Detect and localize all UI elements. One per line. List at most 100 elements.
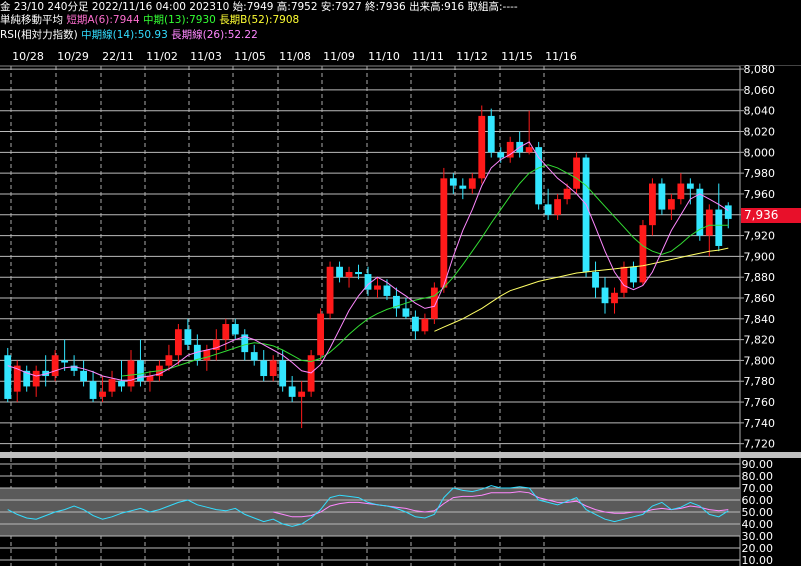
price-tick-label: 8,040 xyxy=(744,105,776,118)
price-tick-label: 7,740 xyxy=(744,417,776,430)
candle-body xyxy=(231,324,239,335)
rsi-tick-label: 10.00 xyxy=(742,554,774,566)
candle-body xyxy=(336,266,343,278)
candle-body xyxy=(573,157,580,189)
candle-body xyxy=(592,271,599,288)
price-tick-label: 7,780 xyxy=(744,375,776,388)
candle-body xyxy=(61,360,69,363)
price-tick-label: 7,820 xyxy=(744,334,776,347)
candle-body xyxy=(649,183,656,226)
price-chart[interactable]: 10/28 10/29 22/11 11/02 11/03 11/05 11/08 11/09… xyxy=(0,0,801,566)
candle-body xyxy=(146,376,154,382)
candlestick-series xyxy=(4,105,732,429)
ma-mid-line xyxy=(121,164,729,377)
candle-body xyxy=(667,199,675,210)
candle-body xyxy=(497,152,505,158)
candle-body xyxy=(478,115,486,179)
candle-body xyxy=(32,370,40,387)
candle-body xyxy=(686,183,694,189)
candle-body xyxy=(279,360,287,387)
date-tick-label: 11/11 xyxy=(412,50,444,63)
candle-body xyxy=(582,157,590,272)
candle-body xyxy=(620,266,628,293)
price-tick-label: 7,760 xyxy=(744,396,776,409)
date-tick-label: 11/05 xyxy=(234,50,266,63)
candle-body xyxy=(535,147,543,205)
candle-body xyxy=(51,355,59,377)
price-tick-label: 7,860 xyxy=(744,292,776,305)
date-tick-label: 11/12 xyxy=(456,50,488,63)
candle-body xyxy=(525,147,533,153)
candle-body xyxy=(440,178,448,288)
moving-averages xyxy=(7,141,729,381)
candle-body xyxy=(99,391,106,397)
candle-body xyxy=(355,271,362,275)
candle-body xyxy=(554,199,562,215)
candle-body xyxy=(468,178,476,189)
candle-body xyxy=(4,355,12,399)
candle-body xyxy=(544,204,552,215)
candle-body xyxy=(184,329,192,345)
date-tick-label: 11/08 xyxy=(279,50,311,63)
date-axis: 10/28 10/29 22/11 11/02 11/03 11/05 11/08 11/09… xyxy=(0,44,801,67)
candle-body xyxy=(260,360,268,377)
candle-body xyxy=(203,350,211,361)
price-tick-label: 8,080 xyxy=(744,63,776,76)
candle-body xyxy=(449,178,457,186)
candle-body xyxy=(724,205,732,219)
candle-body xyxy=(601,287,609,304)
candle-body xyxy=(563,188,571,200)
candle-body xyxy=(677,183,685,200)
candle-body xyxy=(611,292,618,304)
panel-separator xyxy=(0,452,801,458)
date-tick-label: 11/15 xyxy=(501,50,533,63)
price-tick-label: 7,920 xyxy=(744,230,776,243)
candle-body xyxy=(639,225,647,283)
candle-body xyxy=(326,266,334,314)
candle-body xyxy=(174,329,182,356)
rsi-panel: 90.0080.0070.0060.0050.0040.0030.0020.00… xyxy=(0,452,801,566)
price-tick-label: 7,720 xyxy=(744,438,776,451)
candle-body xyxy=(250,352,258,361)
ma-short-line xyxy=(7,141,729,381)
candle-body xyxy=(298,391,306,397)
price-tick-label: 7,800 xyxy=(744,354,776,367)
date-tick-label: 11/02 xyxy=(146,50,178,63)
candle-body xyxy=(89,381,97,399)
date-tick-label: 11/16 xyxy=(545,50,577,63)
candle-body xyxy=(317,313,325,356)
candle-body xyxy=(715,209,723,246)
candle-body xyxy=(430,287,438,319)
last-price-tag: 7,936 xyxy=(741,208,801,223)
candle-body xyxy=(222,324,230,340)
price-tick-label: 8,060 xyxy=(744,84,776,97)
date-tick-label: 22/11 xyxy=(102,50,134,63)
date-tick-label: 11/09 xyxy=(323,50,355,63)
price-tick-label: 8,000 xyxy=(744,146,776,159)
candle-body xyxy=(374,285,381,290)
date-tick-label: 11/10 xyxy=(368,50,400,63)
candle-body xyxy=(411,316,419,332)
candle-body xyxy=(118,381,125,387)
candle-body xyxy=(658,183,666,210)
candle-body xyxy=(108,379,116,392)
candle-body xyxy=(127,360,135,387)
candle-body xyxy=(402,308,410,317)
candle-body xyxy=(705,209,713,236)
candle-body xyxy=(421,318,429,332)
candle-body xyxy=(630,266,637,283)
candle-body xyxy=(487,115,495,153)
date-tick-label: 10/29 xyxy=(57,50,89,63)
candle-body xyxy=(165,355,173,366)
candle-body xyxy=(80,370,87,382)
candle-body xyxy=(345,271,353,278)
price-tick-label: 7,980 xyxy=(744,167,776,180)
price-tick-label: 7,840 xyxy=(744,313,776,326)
price-tick-label: 7,900 xyxy=(744,250,776,263)
price-tick-label: 7,880 xyxy=(744,271,776,284)
candle-body xyxy=(459,185,467,189)
candle-body xyxy=(383,285,391,296)
candle-body xyxy=(269,360,277,377)
price-tick-label: 7,960 xyxy=(744,188,776,201)
price-tick-label: 8,020 xyxy=(744,126,776,139)
